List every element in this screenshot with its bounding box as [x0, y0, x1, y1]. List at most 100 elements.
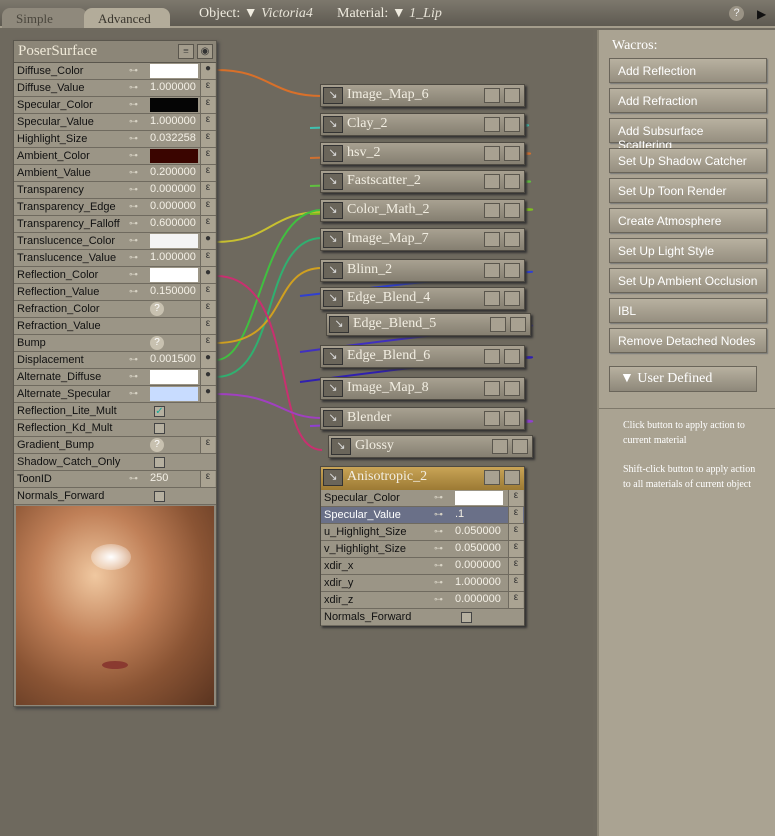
wacro-button-add-reflection[interactable]: Add Reflection [609, 58, 767, 83]
param-row-bump[interactable]: Bump? ε [14, 335, 216, 352]
link-icon[interactable]: ⊶ [129, 371, 138, 382]
link-icon[interactable]: ⊶ [129, 388, 138, 399]
node-icon[interactable]: ↘ [323, 173, 343, 190]
param-row-normals-forward[interactable]: Normals_Forward [14, 488, 216, 505]
param-row-reflection-lite-mult[interactable]: Reflection_Lite_Mult ✓ [14, 403, 216, 420]
param-row-alternate-specular[interactable]: Alternate_Specular ⊶ ● [14, 386, 216, 403]
param-row-u-highlight-size[interactable]: u_Highlight_Size ⊶ 0.050000 ε [321, 524, 524, 541]
link-icon[interactable]: ⊶ [434, 560, 443, 571]
wacro-button-create-atmosphere[interactable]: Create Atmosphere [609, 208, 767, 233]
link-icon[interactable]: ⊶ [129, 269, 138, 280]
param-row-toonid[interactable]: ToonID ⊶ 250 ε [14, 471, 216, 488]
node-options-icon[interactable] [484, 291, 500, 306]
param-value-field[interactable]: 0.001500 [150, 353, 196, 365]
node-options-icon[interactable] [492, 439, 508, 454]
globe-input-icon[interactable]: ● [200, 267, 215, 283]
param-value-field[interactable]: 0.000000 [150, 183, 196, 195]
input-plug-icon[interactable]: ε [508, 541, 523, 557]
preview-toggle-icon[interactable] [504, 291, 520, 306]
preview-toggle-icon[interactable] [504, 232, 520, 247]
preview-toggle-icon[interactable] [504, 349, 520, 364]
param-row-xdir-x[interactable]: xdir_x ⊶ 0.000000 ε [321, 558, 524, 575]
link-icon[interactable]: ⊶ [129, 65, 138, 76]
poser-surface-node[interactable]: PoserSurface ≡ ◉ Diffuse_Color ⊶ ● Diffuse_… [13, 40, 217, 707]
node-blender[interactable]: ↘ Blender [320, 407, 525, 430]
link-icon[interactable]: ⊶ [129, 167, 138, 178]
node-options-icon[interactable] [484, 174, 500, 189]
param-value-field[interactable]: 0.050000 [455, 542, 501, 554]
wacro-button-remove-detached-nodes[interactable]: Remove Detached Nodes [609, 328, 767, 353]
node-icon[interactable]: ↘ [323, 231, 343, 248]
globe-input-icon[interactable]: ● [200, 352, 215, 368]
node-icon[interactable]: ↘ [323, 469, 343, 486]
wacro-button-set-up-shadow-catcher[interactable]: Set Up Shadow Catcher [609, 148, 767, 173]
param-value-field[interactable]: 0.000000 [455, 593, 501, 605]
globe-input-icon[interactable]: ● [200, 369, 215, 385]
input-plug-icon[interactable]: ε [508, 592, 523, 608]
param-row-normals-forward[interactable]: Normals_Forward [321, 609, 524, 626]
anisotropic-node[interactable]: ↘ Anisotropic_2 Specular_Color ⊶ ε Specular… [320, 466, 525, 626]
node-hsv-2[interactable]: ↘ hsv_2 [320, 142, 525, 165]
node-edge-blend-5[interactable]: ↘ Edge_Blend_5 [326, 313, 531, 336]
node-blinn-2[interactable]: ↘ Blinn_2 [320, 259, 525, 282]
wacro-button-set-up-ambient-occlusion[interactable]: Set Up Ambient Occlusion [609, 268, 767, 293]
param-row-specular-value[interactable]: Specular_Value ⊶ 1.000000 ε [14, 114, 216, 131]
color-swatch[interactable] [150, 98, 198, 112]
param-row-specular-color[interactable]: Specular_Color ⊶ ε [14, 97, 216, 114]
input-plug-icon[interactable]: ε [200, 250, 215, 266]
node-options-icon[interactable] [484, 146, 500, 161]
node-icon[interactable]: ↘ [323, 410, 343, 427]
param-row-xdir-y[interactable]: xdir_y ⊶ 1.000000 ε [321, 575, 524, 592]
input-plug-icon[interactable]: ε [508, 524, 523, 540]
link-icon[interactable]: ⊶ [434, 594, 443, 605]
preview-toggle-icon[interactable] [504, 381, 520, 396]
link-icon[interactable]: ⊶ [129, 354, 138, 365]
input-plug-icon[interactable]: ε [200, 165, 215, 181]
param-row-translucence-value[interactable]: Translucence_Value ⊶ 1.000000 ε [14, 250, 216, 267]
param-row-refraction-color[interactable]: Refraction_Color? ε [14, 301, 216, 318]
param-row-reflection-color[interactable]: Reflection_Color ⊶ ● [14, 267, 216, 284]
input-plug-icon[interactable]: ε [200, 97, 215, 113]
preview-toggle-icon[interactable] [504, 174, 520, 189]
param-row-ambient-color[interactable]: Ambient_Color ⊶ ε [14, 148, 216, 165]
link-icon[interactable]: ⊶ [129, 184, 138, 195]
input-plug-icon[interactable]: ε [508, 558, 523, 574]
link-icon[interactable]: ⊶ [434, 543, 443, 554]
node-options-icon[interactable] [484, 349, 500, 364]
param-row-translucence-color[interactable]: Translucence_Color ⊶ ● [14, 233, 216, 250]
param-row-transparency-edge[interactable]: Transparency_Edge ⊶ 0.000000 ε [14, 199, 216, 216]
help-icon[interactable]: ? [150, 438, 164, 452]
link-icon[interactable]: ⊶ [434, 577, 443, 588]
param-value-field[interactable]: 1.000000 [150, 251, 196, 263]
wacro-button-add-refraction[interactable]: Add Refraction [609, 88, 767, 113]
input-plug-icon[interactable]: ε [200, 437, 215, 453]
node-icon[interactable]: ↘ [323, 116, 343, 133]
preview-toggle-icon[interactable]: ◉ [197, 44, 213, 59]
param-row-diffuse-value[interactable]: Diffuse_Value ⊶ 1.000000 ε [14, 80, 216, 97]
node-edge-blend-4[interactable]: ↘ Edge_Blend_4 [320, 287, 525, 310]
node-options-icon[interactable] [484, 381, 500, 396]
anisotropic-header[interactable]: ↘ Anisotropic_2 [321, 467, 524, 490]
input-plug-icon[interactable]: ε [200, 318, 215, 334]
poser-surface-header[interactable]: PoserSurface ≡ ◉ [14, 41, 216, 63]
wacro-button-ibl[interactable]: IBL [609, 298, 767, 323]
preview-toggle-icon[interactable] [504, 88, 520, 103]
color-swatch[interactable] [150, 149, 198, 163]
input-plug-icon[interactable]: ε [200, 80, 215, 96]
node-options-icon[interactable] [484, 232, 500, 247]
node-icon[interactable]: ↘ [323, 380, 343, 397]
preview-toggle-icon[interactable] [504, 203, 520, 218]
param-value-field[interactable]: 1.000000 [150, 81, 196, 93]
param-row-shadow-catch-only[interactable]: Shadow_Catch_Only [14, 454, 216, 471]
wacro-button-set-up-toon-render[interactable]: Set Up Toon Render [609, 178, 767, 203]
param-row-ambient-value[interactable]: Ambient_Value ⊶ 0.200000 ε [14, 165, 216, 182]
link-icon[interactable]: ⊶ [129, 201, 138, 212]
param-value-field[interactable]: 0.200000 [150, 166, 196, 178]
input-plug-icon[interactable]: ε [200, 114, 215, 130]
tab-simple[interactable]: Simple [2, 8, 87, 28]
param-row-specular-color[interactable]: Specular_Color ⊶ ε [321, 490, 524, 507]
param-value-field[interactable]: 0.600000 [150, 217, 196, 229]
input-plug-icon[interactable]: ε [508, 575, 523, 591]
checkbox[interactable] [154, 423, 165, 434]
preview-toggle-icon[interactable] [510, 317, 526, 332]
